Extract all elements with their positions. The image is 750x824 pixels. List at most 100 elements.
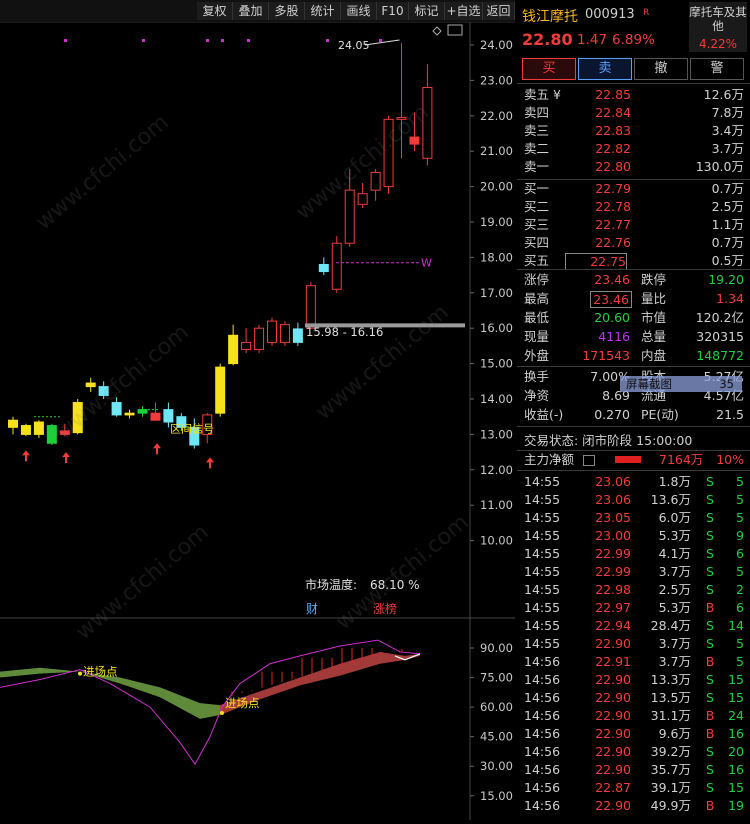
level-label: 买五 (524, 253, 550, 268)
candle-body (370, 171, 381, 191)
trade-price: 22.94 (595, 618, 631, 633)
trade-row: 14:56 22.90 13.5万 S 15 (517, 689, 750, 707)
candle-body (20, 425, 31, 435)
trade-price: 23.05 (595, 510, 631, 525)
toolbar-button-2[interactable]: 多股 (269, 2, 305, 20)
bids-row[interactable]: 买五 22.75 0.5万 (517, 252, 750, 270)
indicator-axis-label: 75.00 (480, 671, 513, 685)
cancel-order-button[interactable]: 撤 (634, 58, 688, 80)
trade-volume: 35.7万 (650, 762, 691, 777)
trade-row: 14:55 22.98 2.5万 S 2 (517, 581, 750, 599)
toolbar-button-7[interactable]: +自选 (445, 2, 483, 20)
candle-body (46, 425, 57, 444)
price-change: 1.47 (577, 32, 608, 48)
toolbar-button-4[interactable]: 画线 (341, 2, 377, 20)
stats-row: 收益(-) 0.270 PE(动) 21.5 (524, 407, 744, 422)
trade-time: 14:55 (524, 636, 561, 651)
candle-body (33, 421, 44, 435)
trade-row: 14:55 22.99 3.7万 S 5 (517, 563, 750, 581)
candle-body (72, 402, 83, 434)
stock-tag: R (643, 8, 650, 18)
trade-count: 15 (728, 672, 744, 687)
trade-count: 16 (728, 726, 744, 741)
bids-row[interactable]: 买四 22.76 0.7万 (517, 234, 750, 252)
asks-row[interactable]: 卖二 22.82 3.7万 (517, 140, 750, 158)
level-price: 22.77 (595, 217, 631, 232)
trade-time: 14:56 (524, 690, 561, 705)
trade-volume: 6.0万 (658, 510, 691, 525)
trade-direction: S (706, 546, 714, 561)
trade-row: 14:56 22.90 49.9万 B 19 (517, 797, 750, 815)
trade-count: 5 (736, 492, 744, 507)
buy-arrow-icon (22, 450, 30, 462)
trade-volume: 9.6万 (658, 726, 691, 741)
sell-button[interactable]: 卖 (578, 58, 632, 80)
trade-volume: 39.1万 (650, 780, 691, 795)
trade-price: 22.90 (595, 726, 631, 741)
candle-body (111, 402, 122, 416)
alert-button[interactable]: 警 (690, 58, 744, 80)
trade-volume: 5.3万 (658, 600, 691, 615)
level-price: 22.85 (595, 87, 631, 102)
divider (517, 470, 750, 471)
trade-price: 22.90 (595, 798, 631, 813)
trade-count: 5 (736, 510, 744, 525)
asks-row[interactable]: 卖五 ¥ 22.85 12.6万 (517, 86, 750, 104)
asks-row[interactable]: 卖一 22.80 130.0万 (517, 158, 750, 176)
trade-time: 14:56 (524, 654, 561, 669)
trade-direction: S (706, 672, 714, 687)
toolbar-button-5[interactable]: F10 (377, 2, 409, 20)
toolbar-button-0[interactable]: 复权 (197, 2, 233, 20)
bids-row[interactable]: 买二 22.78 2.5万 (517, 198, 750, 216)
trade-direction: S (706, 528, 714, 543)
trade-direction: B (705, 600, 715, 615)
trade-status: 交易状态: 闭市阶段 15:00:00 (524, 433, 693, 448)
trade-volume: 13.6万 (650, 492, 691, 507)
trade-volume: 3.7万 (658, 654, 691, 669)
kline-chart-area[interactable]: 24.00 23.00 22.00 21.00 20.00 19.00 18.00 17.00… (0, 21, 515, 820)
stock-code: 000913 (585, 7, 635, 22)
trade-price: 22.99 (595, 564, 631, 579)
trade-row: 14:55 23.05 6.0万 S 5 (517, 509, 750, 527)
candle-body (124, 412, 135, 416)
toolbar-button-6[interactable]: 标记 (409, 2, 445, 20)
trade-time: 14:55 (524, 618, 561, 633)
level-price: 22.79 (595, 181, 631, 196)
candle-body (331, 242, 342, 290)
candle-body (85, 382, 96, 388)
price-axis-label: 23.00 (480, 73, 513, 87)
trade-row: 14:56 22.90 9.6万 B 16 (517, 725, 750, 743)
trade-price: 23.00 (595, 528, 631, 543)
toolbar-button-3[interactable]: 统计 (305, 2, 341, 20)
trade-count: 6 (736, 600, 744, 615)
trade-row: 14:55 22.97 5.3万 B 6 (517, 599, 750, 617)
stats-row: 最低 20.60 市值 120.2亿 (524, 310, 744, 325)
trade-direction: S (706, 492, 714, 507)
level-volume: 0.5万 (711, 253, 744, 268)
asks-row[interactable]: 卖三 22.83 3.4万 (517, 122, 750, 140)
toolbar-button-8[interactable]: 返回 (483, 2, 515, 20)
screenshot-popup[interactable]: 屏幕截图 35 (620, 376, 742, 392)
toolbar-button-1[interactable]: 叠加 (233, 2, 269, 20)
buy-button[interactable]: 买 (522, 58, 576, 80)
indicator-axis-label: 60.00 (480, 700, 513, 714)
level-label: 买一 (524, 181, 550, 196)
level-volume: 3.4万 (711, 123, 744, 138)
main-flow-row: 主力净额 7164万 10% (524, 452, 744, 467)
bids-row[interactable]: 买一 22.79 0.7万 (517, 180, 750, 198)
asks-row[interactable]: 卖四 22.84 7.8万 (517, 104, 750, 122)
trade-row: 14:55 22.99 4.1万 S 6 (517, 545, 750, 563)
price-axis-label: 16.00 (480, 321, 513, 335)
stats-row: 现量 4116 总量 320315 (524, 329, 744, 344)
signal-dot (206, 39, 209, 42)
sector-box[interactable]: 摩托车及其他 4.22% (689, 2, 747, 52)
level-volume: 1.1万 (711, 217, 744, 232)
buy-arrow-icon (206, 457, 214, 469)
bids-row[interactable]: 买三 22.77 1.1万 (517, 216, 750, 234)
high-label: 24.05 (338, 39, 370, 52)
price-axis-label: 15.00 (480, 357, 513, 371)
candle-body (163, 409, 174, 423)
zhangbang-tag: 涨榜 (373, 601, 397, 616)
level-volume: 7.8万 (711, 105, 744, 120)
list-icon[interactable] (583, 455, 595, 466)
